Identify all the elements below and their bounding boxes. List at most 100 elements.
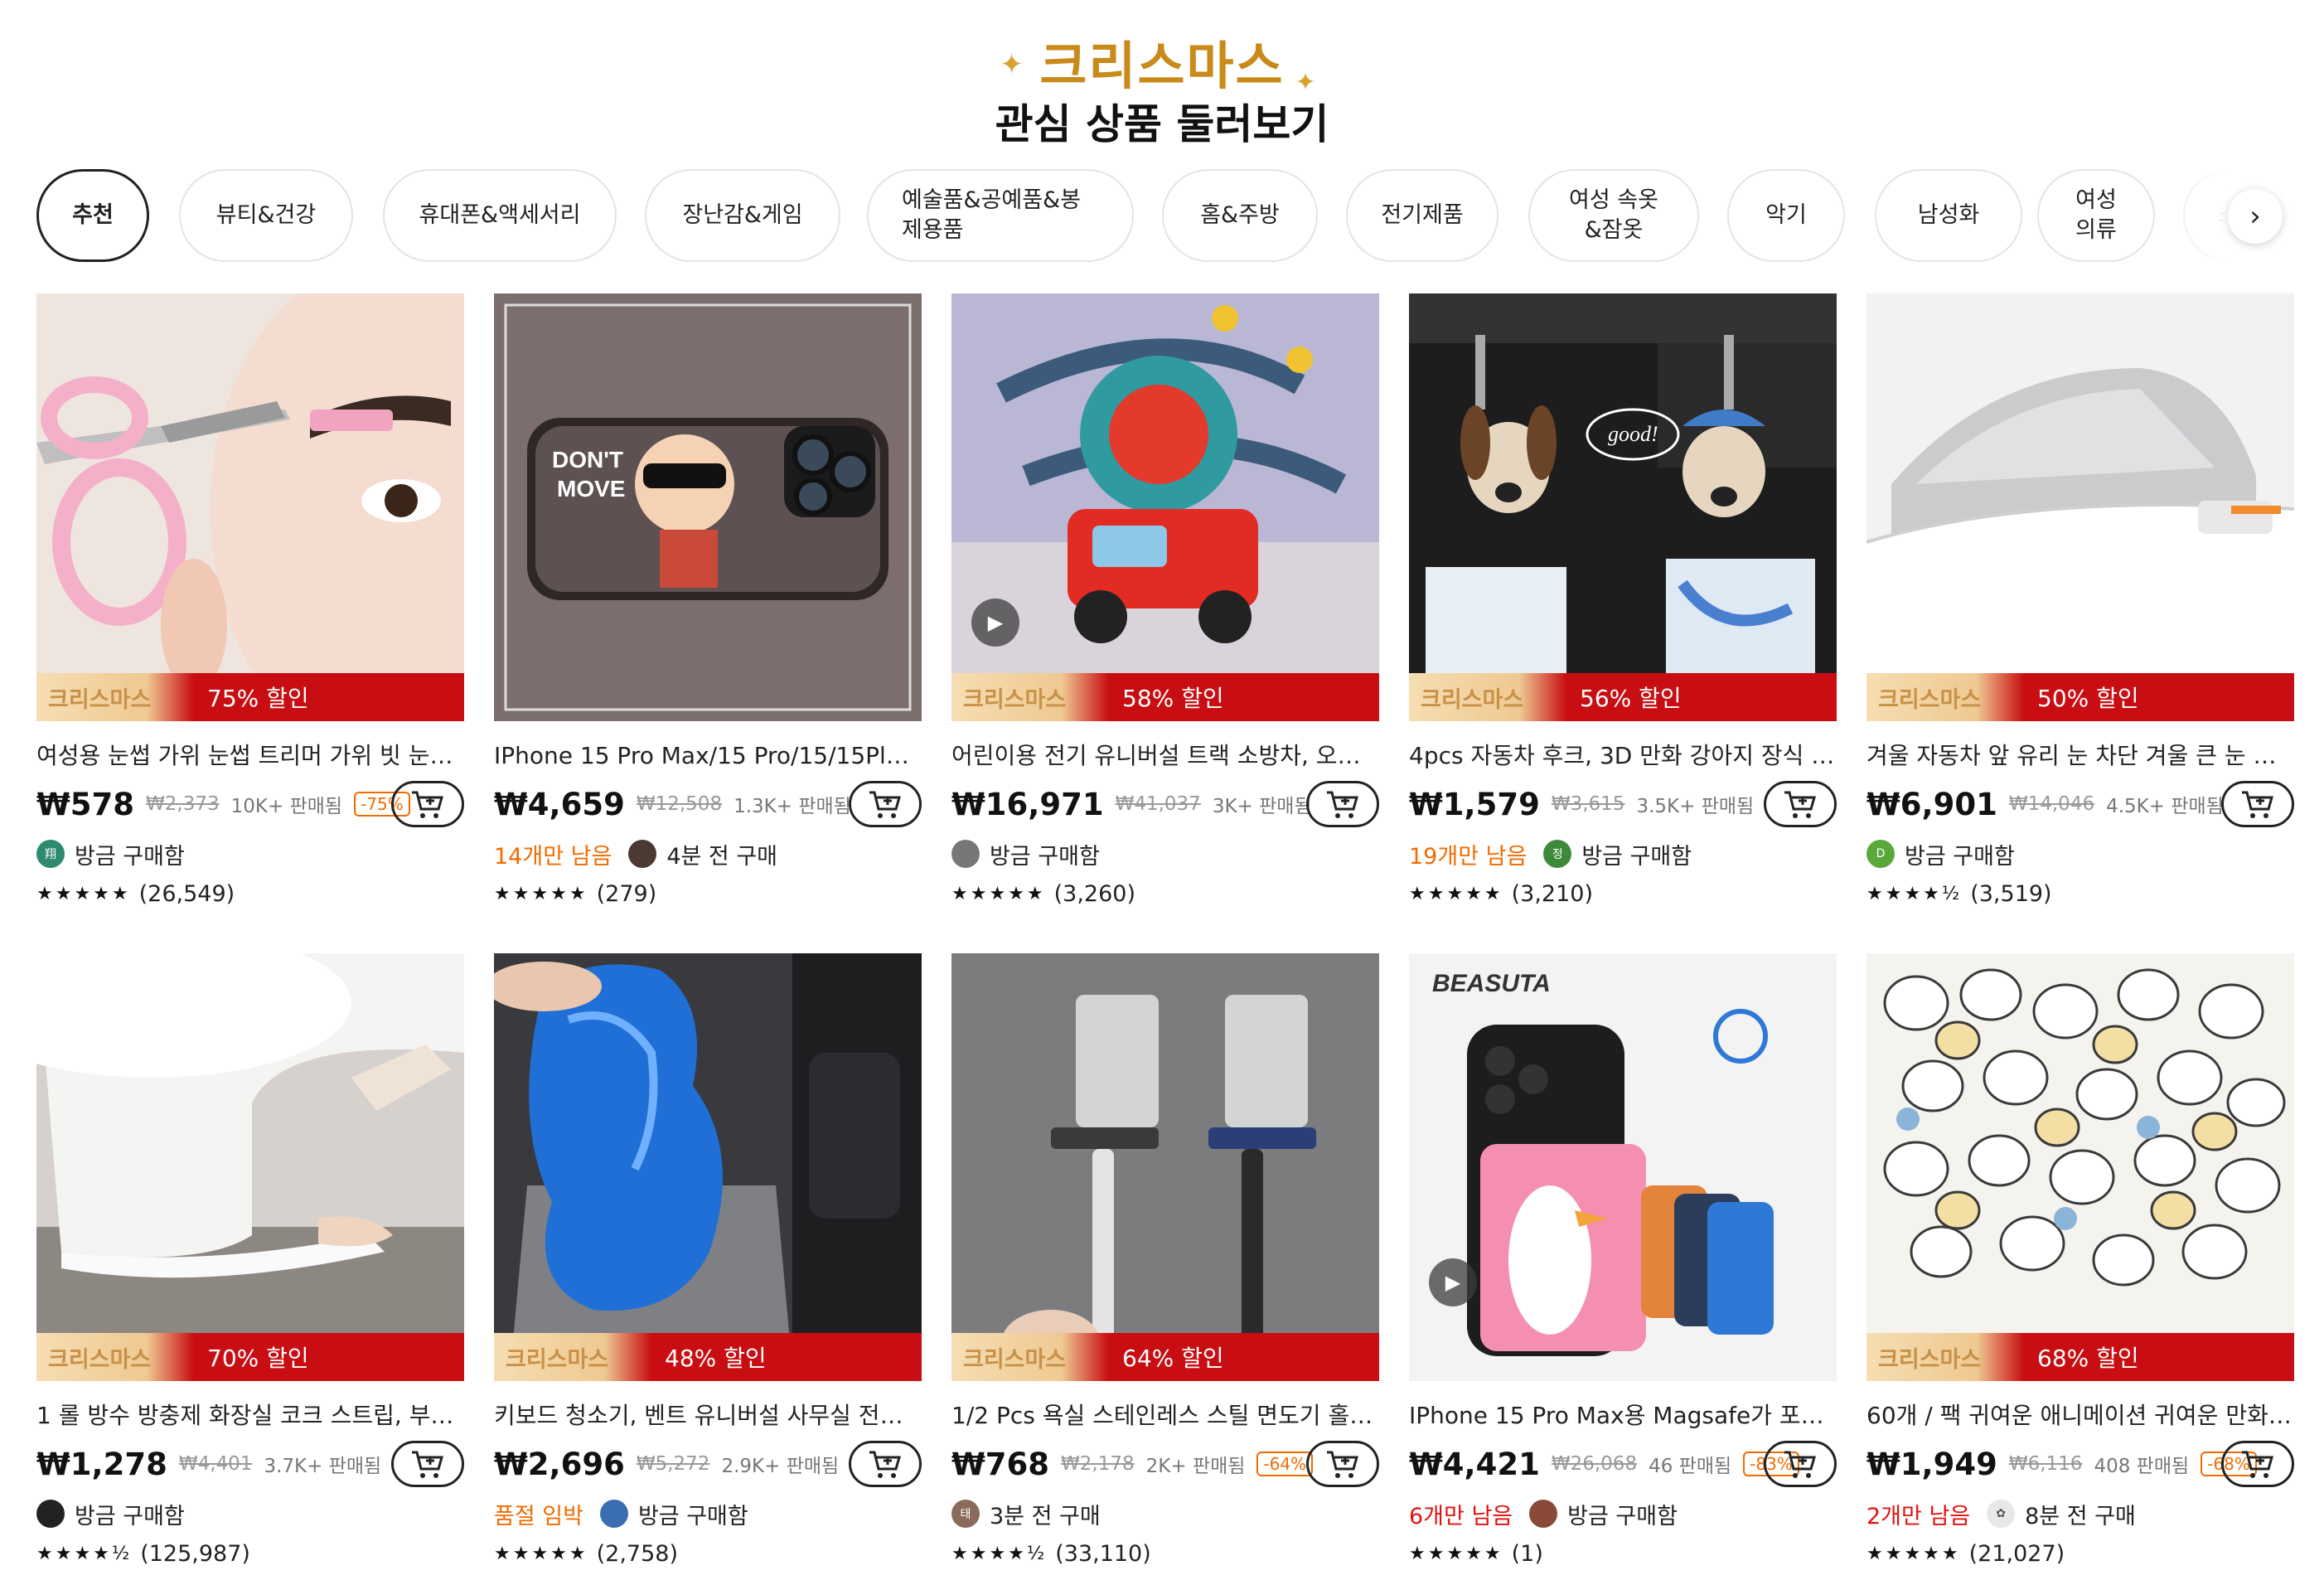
- buyer-avatar: [599, 1500, 628, 1528]
- price: ₩578: [36, 786, 135, 822]
- add-to-cart-button[interactable]: [849, 781, 922, 827]
- buyer-avatar: [951, 840, 980, 868]
- product-card[interactable]: good! 크리스마스 56% 할인 4pcs 자동차 후크, 3D 만화 강아…: [1409, 293, 1837, 907]
- product-card[interactable]: 크리스마스 48% 할인 키보드 청소기, 벤트 유니버설 사무실 전자제...…: [494, 953, 922, 1567]
- tab-phone-accessories[interactable]: 휴대폰&액세서리: [383, 169, 617, 262]
- buyer-row: 14개만 남음 4분 전 구매: [494, 837, 922, 870]
- buyer-avatar: [628, 840, 657, 868]
- product-name[interactable]: 60개 / 팩 귀여운 애니메이션 귀여운 만화 스...: [1866, 1401, 2294, 1431]
- product-name[interactable]: IPhone 15 Pro Max용 Magsafe가 포함된...: [1409, 1401, 1837, 1431]
- cart-plus-icon: [2242, 791, 2273, 818]
- buyer-time: 3분 전 구매: [990, 1503, 1101, 1529]
- product-name[interactable]: IPhone 15 Pro Max/15 Pro/15/15Plus/1...: [494, 741, 922, 771]
- product-card[interactable]: 크리스마스 75% 할인 여성용 눈썹 가위 눈썹 트리머 가위 빗 눈썹 ..…: [36, 293, 464, 907]
- add-to-cart-button[interactable]: [2221, 1441, 2294, 1487]
- product-name[interactable]: 키보드 청소기, 벤트 유니버설 사무실 전자제...: [494, 1401, 922, 1431]
- price: ₩2,696: [494, 1446, 625, 1482]
- price-row: ₩16,971 ₩41,037 3K+ 판매됨: [951, 781, 1379, 827]
- buyer-time: 방금 구매함: [1581, 843, 1692, 870]
- tab-men-shoes[interactable]: 남성화: [1875, 169, 2022, 262]
- buyer-row: 19개만 남음 정 방금 구매함: [1409, 837, 1837, 870]
- rating: ★★★★★ (279): [494, 879, 656, 909]
- buyer-time: 방금 구매함: [1567, 1503, 1678, 1529]
- product-name[interactable]: 1 롤 방수 방충제 화장실 코크 스트립, 부착식...: [36, 1401, 464, 1431]
- product-name[interactable]: 어린이용 전기 유니버설 트랙 소방차, 오리 슬...: [951, 741, 1379, 771]
- product-image[interactable]: BEASUTA ▶: [1409, 953, 1837, 1381]
- tab-women-underwear[interactable]: 여성 속옷&잠옷: [1528, 169, 1699, 262]
- rating: ★★★★★ (2,758): [494, 1539, 678, 1568]
- product-image[interactable]: 크리스마스 75% 할인: [36, 293, 464, 721]
- original-price: ₩2,178: [1061, 1453, 1135, 1475]
- product-image[interactable]: DON'T MOVE: [494, 293, 922, 721]
- fire-truck-toy-image: [951, 293, 1379, 721]
- product-card[interactable]: BEASUTA ▶ IPhone 15 Pro Max용 Magsafe가 포함…: [1409, 953, 1837, 1567]
- christmas-discount-banner: 크리스마스 70% 할인: [36, 1333, 464, 1381]
- rating-count: (3,519): [1970, 880, 2052, 907]
- play-video-icon[interactable]: ▶: [971, 599, 1019, 647]
- product-image[interactable]: 크리스마스 64% 할인: [951, 953, 1379, 1381]
- product-card[interactable]: DON'T MOVE IPhone 15 Pro Max/15 Pro/15/1…: [494, 293, 922, 907]
- add-to-cart-button[interactable]: [849, 1441, 922, 1487]
- buyer-time: 4분 전 구매: [666, 843, 778, 870]
- product-name[interactable]: 1/2 Pcs 욕실 스테인레스 스틸 면도기 홀더 ...: [951, 1401, 1379, 1431]
- product-image[interactable]: 크리스마스 70% 할인: [36, 953, 464, 1381]
- banner-christmas-label: 크리스마스: [1409, 673, 1566, 721]
- product-name[interactable]: 겨울 자동차 앞 유리 눈 차단 겨울 큰 눈 야외 ...: [1866, 741, 2294, 771]
- product-card[interactable]: 크리스마스 64% 할인 1/2 Pcs 욕실 스테인레스 스틸 면도기 홀더 …: [951, 953, 1379, 1567]
- christmas-discount-banner: 크리스마스 75% 할인: [36, 673, 464, 721]
- tab-home-kitchen[interactable]: 홈&주방: [1162, 169, 1318, 262]
- buyer-row: 품절 임박 방금 구매함: [494, 1497, 922, 1530]
- product-image[interactable]: ▶ 크리스마스 58% 할인: [951, 293, 1379, 721]
- tab-women-clothing[interactable]: 여성 의류: [2037, 169, 2155, 262]
- price: ₩1,579: [1409, 786, 1540, 822]
- product-image[interactable]: 크리스마스 50% 할인: [1866, 293, 2294, 721]
- price: ₩16,971: [951, 786, 1104, 822]
- christmas-discount-banner: 크리스마스 56% 할인: [1409, 673, 1837, 721]
- add-to-cart-button[interactable]: [2221, 781, 2294, 827]
- rating-count: (3,210): [1511, 880, 1593, 907]
- product-name[interactable]: 4pcs 자동차 후크, 3D 만화 강아지 장식 잡...: [1409, 741, 1837, 771]
- add-to-cart-button[interactable]: [1306, 1441, 1379, 1487]
- buyer-avatar: D: [1866, 840, 1895, 868]
- add-to-cart-button[interactable]: [1764, 1441, 1837, 1487]
- star-icons: ★★★★★: [951, 883, 1046, 904]
- rating: ★★★★★ (1): [1409, 1539, 1543, 1568]
- star-icons: ★★★★★: [494, 883, 588, 904]
- price: ₩4,659: [494, 786, 625, 822]
- product-image[interactable]: 크리스마스 48% 할인: [494, 953, 922, 1381]
- add-to-cart-button[interactable]: [391, 1441, 464, 1487]
- razor-holder-image: [951, 953, 1379, 1381]
- discount-badge: -64%: [1256, 1452, 1314, 1476]
- tab-beauty-health[interactable]: 뷰티&건강: [179, 169, 353, 262]
- sticker-pack-image: [1866, 953, 2294, 1381]
- add-to-cart-button[interactable]: [391, 781, 464, 827]
- original-price: ₩12,508: [636, 793, 723, 815]
- product-card[interactable]: 크리스마스 68% 할인 60개 / 팩 귀여운 애니메이션 귀여운 만화 스.…: [1866, 953, 2294, 1567]
- buyer-row: 6개만 남음 방금 구매함: [1409, 1497, 1837, 1530]
- tab-arts-crafts[interactable]: 예술품&공예품&봉제용품: [867, 169, 1134, 262]
- magsafe-wallet-image: BEASUTA: [1409, 953, 1837, 1381]
- add-to-cart-button[interactable]: [1764, 781, 1837, 827]
- chevron-right-icon[interactable]: ›: [2228, 189, 2283, 244]
- tab-recommended[interactable]: 추천: [36, 169, 149, 262]
- product-name[interactable]: 여성용 눈썹 가위 눈썹 트리머 가위 빗 눈썹 ...: [36, 741, 464, 771]
- add-to-cart-button[interactable]: [1306, 781, 1379, 827]
- banner-discount: 48% 할인: [665, 1345, 767, 1372]
- banner-christmas-label: 크리스마스: [36, 1333, 194, 1381]
- product-card[interactable]: ▶ 크리스마스 58% 할인 어린이용 전기 유니버설 트랙 소방차, 오리 슬…: [951, 293, 1379, 907]
- rating-count: (3,260): [1053, 880, 1135, 907]
- play-video-icon[interactable]: ▶: [1429, 1258, 1477, 1306]
- tab-electronics[interactable]: 전기제품: [1346, 169, 1498, 262]
- product-image[interactable]: good! 크리스마스 56% 할인: [1409, 293, 1837, 721]
- original-price: ₩4,401: [178, 1453, 253, 1475]
- price: ₩6,901: [1866, 786, 1997, 822]
- product-card[interactable]: 크리스마스 50% 할인 겨울 자동차 앞 유리 눈 차단 겨울 큰 눈 야외 …: [1866, 293, 2294, 907]
- tab-instruments[interactable]: 악기: [1727, 169, 1845, 262]
- buyer-avatar: 정: [1543, 840, 1572, 868]
- star-icons: ★★★★★: [36, 883, 131, 904]
- product-card[interactable]: 크리스마스 70% 할인 1 롤 방수 방충제 화장실 코크 스트립, 부착식.…: [36, 953, 464, 1567]
- product-image[interactable]: 크리스마스 68% 할인: [1866, 953, 2294, 1381]
- sold-count: 3.5K+ 판매됨: [1636, 796, 1755, 817]
- christmas-title: ✦ 크리스마스 ✦: [1000, 33, 1315, 99]
- tab-toys-games[interactable]: 장난감&게임: [645, 169, 840, 262]
